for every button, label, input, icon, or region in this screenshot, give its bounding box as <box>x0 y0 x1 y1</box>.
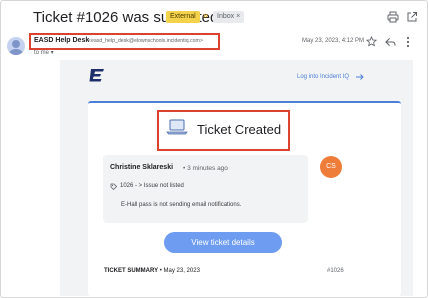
more-options-icon[interactable] <box>406 36 410 48</box>
inbox-label[interactable]: Inbox × <box>213 11 245 23</box>
ticket-number: #1026 <box>327 268 344 274</box>
comment-author: Christine Sklareski <box>110 164 174 171</box>
ticket-summary-heading: TICKET SUMMARY • May 23, 2023 <box>104 268 200 274</box>
star-icon[interactable] <box>366 36 377 47</box>
ticket-summary-date: • May 23, 2023 <box>158 268 200 274</box>
sender-avatar <box>7 37 25 55</box>
login-link[interactable]: Log into Incident IQ <box>297 74 349 80</box>
open-in-new-window-icon[interactable] <box>406 11 418 23</box>
ticket-reference: 1026 - > Issue not listed <box>120 183 184 189</box>
reply-icon[interactable] <box>385 37 396 47</box>
print-icon[interactable] <box>387 11 399 23</box>
tag-icon <box>110 183 117 190</box>
comment-message: E-Hall pass is not sending email notific… <box>121 202 242 208</box>
external-badge: External <box>166 11 200 23</box>
commenter-avatar: CS <box>320 156 342 178</box>
importance-marker-icon[interactable]: » <box>203 10 208 20</box>
laptop-icon <box>166 119 188 135</box>
sender-email: <easd_help_desk@elownschools.incidentiq.… <box>88 38 203 44</box>
sender-name[interactable]: EASD Help Desk <box>34 37 89 44</box>
ticket-summary-label: TICKET SUMMARY <box>104 268 159 274</box>
comment-time: • 3 minutes ago <box>183 165 228 172</box>
incident-iq-logo <box>89 69 104 82</box>
recipient-details-toggle[interactable]: to me ▾ <box>34 49 54 56</box>
message-date: May 23, 2023, 4:12 PM <box>302 38 365 44</box>
arrow-right-icon[interactable] <box>356 74 364 80</box>
ticket-created-heading: Ticket Created <box>197 122 282 137</box>
view-ticket-details-button[interactable]: View ticket details <box>164 232 282 253</box>
